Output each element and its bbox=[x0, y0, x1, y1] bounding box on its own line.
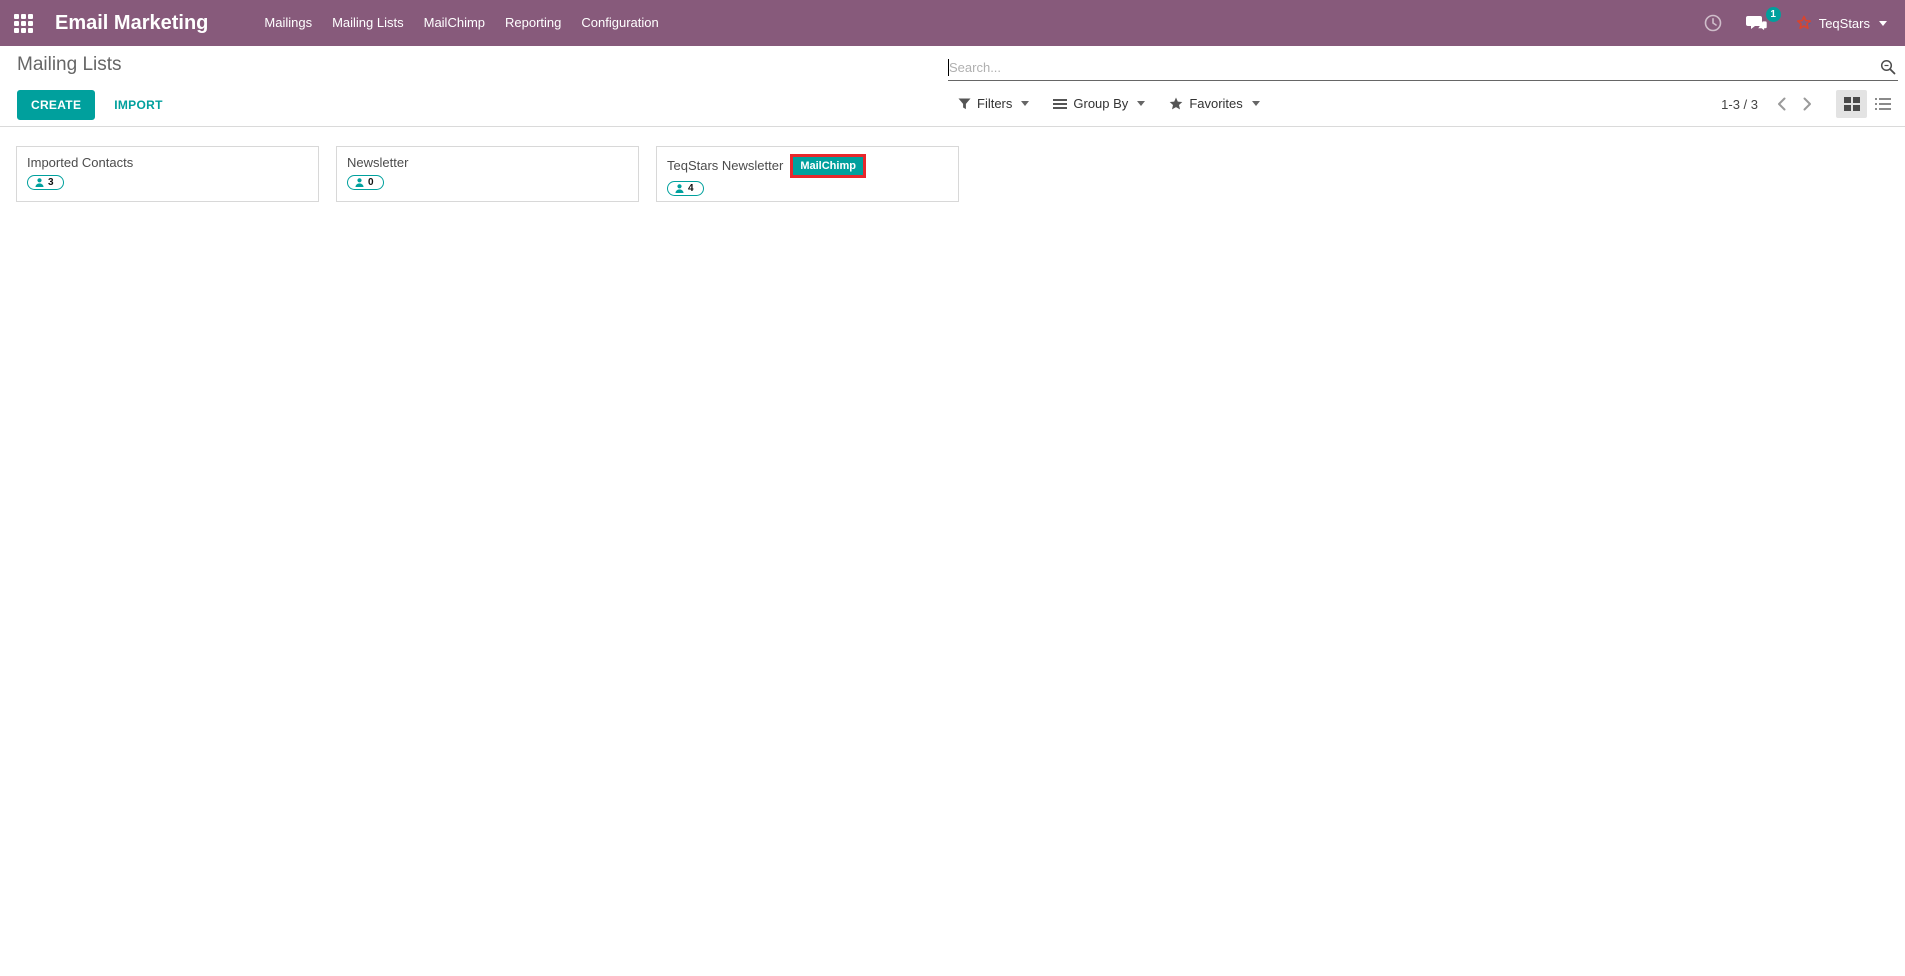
chevron-left-icon bbox=[1777, 97, 1786, 111]
group-by-dropdown[interactable]: Group By bbox=[1053, 96, 1145, 111]
view-switcher bbox=[1836, 90, 1898, 118]
top-menu: Mailings Mailing Lists MailChimp Reporti… bbox=[254, 0, 668, 46]
card-title: TeqStars Newsletter bbox=[667, 157, 783, 175]
apps-menu-button[interactable] bbox=[0, 0, 46, 46]
highlight-box: MailChimp bbox=[790, 154, 866, 178]
card-title: Imported Contacts bbox=[27, 154, 133, 172]
funnel-icon bbox=[958, 98, 971, 110]
control-panel: Mailing Lists CREATE IMPORT Filters bbox=[0, 46, 1905, 127]
action-buttons: CREATE IMPORT bbox=[17, 90, 167, 120]
menu-item-mailchimp[interactable]: MailChimp bbox=[414, 0, 495, 46]
pager-and-views: 1-3 / 3 bbox=[1721, 90, 1898, 118]
chat-bubbles-icon bbox=[1746, 14, 1768, 33]
caret-down-icon bbox=[1252, 101, 1260, 106]
mailing-list-card-imported-contacts[interactable]: Imported Contacts 3 bbox=[16, 146, 319, 202]
mailing-lists-kanban: Imported Contacts 3 Newsletter 0 TeqStar… bbox=[0, 127, 1905, 221]
chevron-right-icon bbox=[1803, 97, 1812, 111]
person-icon bbox=[355, 178, 364, 187]
group-by-label: Group By bbox=[1073, 96, 1128, 111]
messages-button[interactable]: 1 bbox=[1734, 0, 1780, 46]
mailchimp-badge: MailChimp bbox=[793, 157, 863, 175]
menu-item-reporting[interactable]: Reporting bbox=[495, 0, 571, 46]
caret-down-icon bbox=[1021, 101, 1029, 106]
page-title: Mailing Lists bbox=[17, 54, 122, 76]
systray: 1 TeqStars bbox=[1692, 0, 1905, 46]
contact-count: 3 bbox=[48, 177, 54, 188]
menu-item-mailing-lists[interactable]: Mailing Lists bbox=[322, 0, 414, 46]
person-icon bbox=[675, 184, 684, 193]
chevron-down-icon bbox=[1879, 21, 1887, 26]
search-icon[interactable] bbox=[1880, 59, 1896, 75]
filters-label: Filters bbox=[977, 96, 1012, 111]
favorites-dropdown[interactable]: Favorites bbox=[1169, 96, 1259, 111]
pager-range: 1-3 / 3 bbox=[1721, 97, 1758, 112]
contacts-count-pill[interactable]: 0 bbox=[347, 175, 384, 190]
star-icon bbox=[1169, 97, 1183, 110]
person-icon bbox=[35, 178, 44, 187]
search-input[interactable] bbox=[949, 60, 1880, 75]
menu-item-configuration[interactable]: Configuration bbox=[571, 0, 668, 46]
card-title: Newsletter bbox=[347, 154, 408, 172]
list-view-icon bbox=[1875, 97, 1891, 111]
favorites-label: Favorites bbox=[1189, 96, 1242, 111]
contact-count: 4 bbox=[688, 183, 694, 194]
top-navbar: Email Marketing Mailings Mailing Lists M… bbox=[0, 0, 1905, 46]
apps-grid-icon bbox=[14, 14, 33, 33]
contact-count: 0 bbox=[368, 177, 374, 188]
mailing-list-card-teqstars-newsletter[interactable]: TeqStars Newsletter MailChimp 4 bbox=[656, 146, 959, 202]
pager-previous-button[interactable] bbox=[1768, 90, 1794, 118]
contacts-count-pill[interactable]: 4 bbox=[667, 181, 704, 196]
user-menu[interactable]: TeqStars bbox=[1780, 0, 1893, 46]
company-logo-icon bbox=[1796, 15, 1812, 31]
mailing-list-card-newsletter[interactable]: Newsletter 0 bbox=[336, 146, 639, 202]
search-bar bbox=[948, 55, 1898, 81]
kanban-view-button[interactable] bbox=[1836, 90, 1867, 118]
menu-item-mailings[interactable]: Mailings bbox=[254, 0, 322, 46]
clock-icon bbox=[1704, 14, 1722, 32]
user-name: TeqStars bbox=[1819, 16, 1870, 31]
activities-button[interactable] bbox=[1692, 0, 1734, 46]
search-options: Filters Group By Favorites bbox=[958, 96, 1260, 111]
app-brand-title[interactable]: Email Marketing bbox=[55, 12, 208, 35]
list-view-button[interactable] bbox=[1867, 90, 1898, 118]
kanban-view-icon bbox=[1844, 97, 1860, 111]
bars-icon bbox=[1053, 98, 1067, 110]
message-count-badge: 1 bbox=[1766, 7, 1781, 22]
filters-dropdown[interactable]: Filters bbox=[958, 96, 1029, 111]
caret-down-icon bbox=[1137, 101, 1145, 106]
pager-next-button[interactable] bbox=[1794, 90, 1820, 118]
import-button[interactable]: IMPORT bbox=[110, 91, 166, 119]
contacts-count-pill[interactable]: 3 bbox=[27, 175, 64, 190]
create-button[interactable]: CREATE bbox=[17, 90, 95, 120]
